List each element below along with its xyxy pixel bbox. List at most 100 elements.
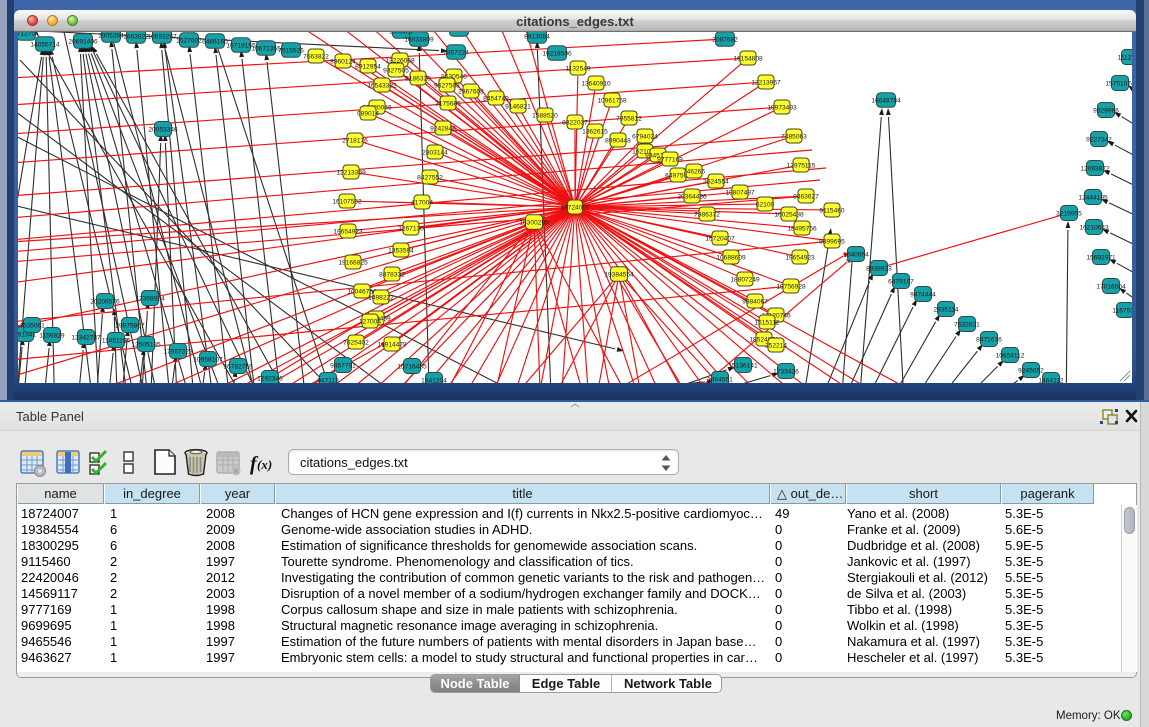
svg-text:19384554: 19384554 [604,271,634,278]
svg-text:10958107: 10958107 [193,356,223,363]
svg-text:1663822: 1663822 [123,33,149,40]
svg-text:10653267: 10653267 [147,33,177,40]
svg-text:12444195: 12444195 [1078,194,1108,201]
svg-text:8471676: 8471676 [976,336,1002,343]
svg-text:12213967: 12213967 [751,79,781,86]
svg-text:12975115: 12975115 [787,162,816,169]
svg-text:8990448: 8990448 [605,137,631,144]
svg-text:947113: 947113 [317,377,339,383]
svg-text:7625402: 7625402 [343,339,369,346]
svg-text:1640954: 1640954 [843,251,869,258]
svg-text:16210643: 16210643 [1079,224,1109,231]
svg-text:7857224: 7857224 [443,49,469,56]
svg-text:9777169: 9777169 [657,156,683,163]
svg-text:20691406: 20691406 [68,38,98,45]
svg-text:10025438: 10025438 [774,211,804,218]
svg-text:1615112: 1615112 [754,319,780,326]
svg-text:2867608: 2867608 [458,88,484,95]
svg-text:2087682: 2087682 [712,36,738,43]
svg-text:8322037: 8322037 [562,119,588,126]
svg-text:19756928: 19756928 [776,283,806,290]
svg-text:9899695: 9899695 [819,238,845,245]
svg-text:9115460: 9115460 [819,207,845,214]
svg-text:1353594: 1353594 [388,247,414,254]
svg-text:19218506: 19218506 [542,50,572,57]
svg-text:1362615: 1362615 [582,128,608,135]
svg-text:1905394: 1905394 [98,32,124,39]
svg-text:1498222: 1498222 [368,294,394,301]
svg-text:1764091: 1764091 [446,32,472,33]
svg-text:19654923: 19654923 [333,228,363,235]
svg-text:1588520: 1588520 [532,112,558,119]
svg-text:12342737: 12342737 [71,334,101,341]
svg-text:3624554: 3624554 [703,178,729,185]
svg-text:8813054: 8813054 [524,33,550,40]
svg-text:2803144: 2803144 [422,149,448,156]
svg-text:10973493: 10973493 [767,104,797,111]
svg-text:1464551: 1464551 [707,376,733,383]
svg-text:7632621: 7632621 [954,321,980,328]
svg-text:7386372: 7386372 [694,211,720,218]
svg-text:12093872: 12093872 [1080,165,1110,172]
svg-text:6479197: 6479197 [888,278,914,285]
svg-text:17016504: 17016504 [1096,283,1126,290]
svg-text:15136141: 15136141 [728,362,758,369]
svg-text:9527508: 9527508 [434,82,460,89]
svg-text:14055714: 14055714 [30,41,60,48]
svg-text:4535061: 4535061 [19,322,45,329]
svg-text:8912954: 8912954 [355,63,381,70]
svg-text:1167534: 1167534 [1112,307,1132,314]
svg-text:1527602: 1527602 [176,37,202,44]
svg-text:1464112: 1464112 [1038,377,1064,383]
svg-text:12213369: 12213369 [336,169,366,176]
svg-text:8427552: 8427552 [417,174,443,181]
svg-text:16154808: 16154808 [733,55,763,62]
svg-text:11451194: 11451194 [102,337,131,344]
svg-text:127004: 127004 [359,318,381,325]
svg-text:3267130: 3267130 [398,225,424,232]
svg-text:9242848: 9242848 [430,125,456,132]
svg-text:15751074: 15751074 [1105,80,1132,87]
svg-text:2935114: 2935114 [933,306,959,313]
svg-text:(x): (x) [257,457,272,472]
svg-text:1733426: 1733426 [773,368,799,375]
svg-text:19654923: 19654923 [785,254,815,261]
svg-text:18807249: 18807249 [730,276,760,283]
svg-text:10654112: 10654112 [996,352,1025,359]
svg-text:16782759: 16782759 [223,363,253,370]
svg-text:29975867: 29975867 [115,322,145,329]
svg-text:17957223: 17957223 [163,348,193,355]
svg-text:9146821: 9146821 [505,103,531,110]
svg-text:18724007: 18724007 [560,204,590,211]
svg-text:7485063: 7485063 [781,133,807,140]
svg-text:8878332: 8878332 [379,271,405,278]
svg-text:20206576: 20206576 [90,298,120,305]
svg-text:1156829: 1156829 [39,332,65,339]
svg-text:13640910: 13640910 [581,80,611,87]
svg-text:1132549: 1132549 [565,65,591,72]
svg-text:16648784: 16648784 [871,97,901,104]
svg-text:6466160: 6466160 [202,38,228,45]
svg-text:7955812: 7955812 [616,115,642,122]
svg-text:18300295: 18300295 [519,219,549,226]
svg-text:16914479: 16914479 [377,341,407,348]
svg-text:16033809: 16033809 [404,36,434,43]
svg-text:16107552: 16107552 [332,198,362,205]
svg-text:9245652: 9245652 [1018,367,1044,374]
svg-text:1712704: 1712704 [18,32,39,37]
svg-text:9884067: 9884067 [742,298,768,305]
svg-text:15692971: 15692971 [1086,254,1116,261]
svg-text:9474444: 9474444 [910,291,936,298]
svg-text:7515526: 7515526 [278,47,304,54]
svg-text:8186323: 8186323 [405,75,431,82]
svg-text:746266: 746266 [683,168,705,175]
svg-text:252214: 252214 [765,342,787,349]
svg-text:9329966: 9329966 [1093,107,1119,114]
svg-text:6794024: 6794024 [632,133,658,140]
svg-text:2718176: 2718176 [342,137,368,144]
svg-text:18495756: 18495756 [787,225,817,232]
svg-text:1112744: 1112744 [1118,54,1132,61]
svg-text:8454749: 8454749 [483,95,509,102]
svg-text:12505135: 12505135 [131,341,161,348]
svg-text:17359924: 17359924 [135,295,165,302]
